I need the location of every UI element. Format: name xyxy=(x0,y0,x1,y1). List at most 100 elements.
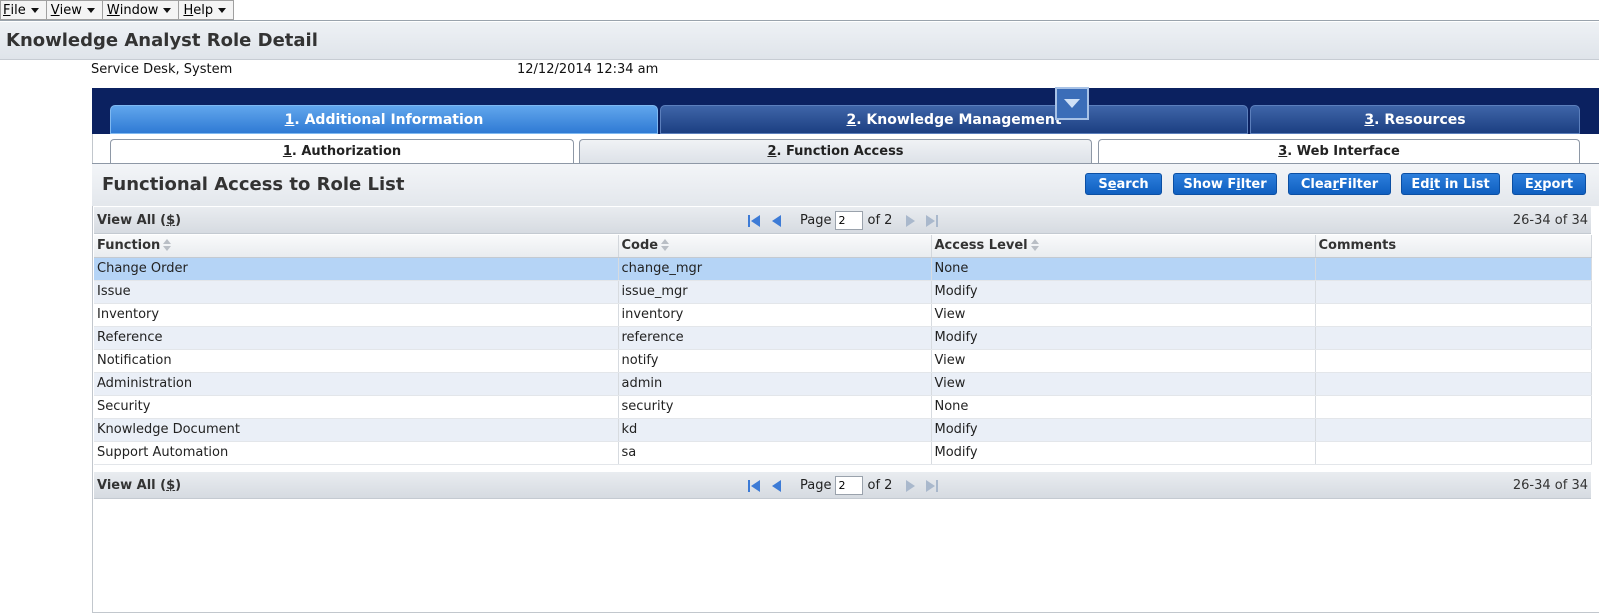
user-name: Service Desk, System xyxy=(91,62,233,77)
tab-label: . Knowledge Management xyxy=(856,111,1062,128)
subtab-label: . Authorization xyxy=(291,144,402,159)
last-page-icon[interactable] xyxy=(926,479,940,492)
cell-function[interactable]: Reference xyxy=(94,326,619,350)
button-text: port xyxy=(1542,176,1574,192)
cell-access-level: Modify xyxy=(931,418,1316,442)
function-access-table: Function Code Access Level Comments Chan… xyxy=(94,235,1592,465)
dropdown-arrow-icon xyxy=(86,7,95,13)
menu-view-accel: V xyxy=(50,2,60,18)
show-filter-button[interactable]: Show Fi lter xyxy=(1173,173,1277,195)
cell-access-level: Modify xyxy=(931,280,1316,304)
previous-page-icon[interactable] xyxy=(770,479,784,492)
table-row[interactable]: Administration admin View xyxy=(94,372,1592,396)
column-label: Comments xyxy=(1318,238,1397,254)
menu-view[interactable]: View xyxy=(46,0,103,20)
subtab-authorization[interactable]: 1. Authorization xyxy=(110,139,574,163)
table-row[interactable]: Knowledge Document kd Modify xyxy=(94,418,1592,442)
view-all-link[interactable]: View All ($) xyxy=(97,478,181,493)
table-header-row: Function Code Access Level Comments xyxy=(94,235,1592,258)
subtab-label: . Function Access xyxy=(776,144,904,159)
subtab-function-access[interactable]: 2. Function Access xyxy=(579,139,1092,163)
table-row[interactable]: Change Order change_mgr None xyxy=(94,257,1592,281)
cell-access-level: None xyxy=(931,395,1316,419)
cell-code: notify xyxy=(618,349,932,373)
record-count: 26-34 of 34 xyxy=(1512,478,1588,493)
next-page-icon[interactable] xyxy=(904,479,918,492)
search-button[interactable]: Se arch xyxy=(1085,173,1162,195)
cell-function[interactable]: Inventory xyxy=(94,303,619,327)
page-of-label: of 2 xyxy=(867,213,893,228)
column-label: Code xyxy=(621,238,659,254)
first-page-icon[interactable] xyxy=(748,214,762,227)
tab-number: 1 xyxy=(284,111,295,128)
cell-function[interactable]: Security xyxy=(94,395,619,419)
export-button[interactable]: Ex port xyxy=(1512,173,1586,195)
sort-icon[interactable] xyxy=(661,239,670,252)
first-page-icon[interactable] xyxy=(748,479,762,492)
record-count: 26-34 of 34 xyxy=(1512,213,1588,228)
cell-code: kd xyxy=(618,418,932,442)
tab-additional-information[interactable]: 1. Additional Information xyxy=(110,105,658,134)
cell-code: sa xyxy=(618,441,932,465)
dropdown-arrow-icon xyxy=(163,7,172,13)
tab-knowledge-management[interactable]: 2. Knowledge Management xyxy=(660,105,1248,134)
subtab-number: 1 xyxy=(282,144,292,159)
pager-bottom: View All ($) Page of 2 26-34 of 34 xyxy=(94,472,1591,499)
page-number-input[interactable] xyxy=(835,211,864,230)
column-header-access-level[interactable]: Access Level xyxy=(931,235,1316,258)
cell-function[interactable]: Notification xyxy=(94,349,619,373)
cell-function[interactable]: Support Automation xyxy=(94,441,619,465)
next-page-icon[interactable] xyxy=(904,214,918,227)
column-header-comments: Comments xyxy=(1315,235,1592,258)
subtab-number: 3 xyxy=(1278,144,1288,159)
view-all-text: ) xyxy=(175,213,182,228)
column-label: Function xyxy=(97,238,161,254)
column-header-code[interactable]: Code xyxy=(618,235,932,258)
cell-access-level: View xyxy=(931,303,1316,327)
cell-access-level: Modify xyxy=(931,441,1316,465)
cell-code: reference xyxy=(618,326,932,350)
sort-icon[interactable] xyxy=(163,239,172,252)
table-row[interactable]: Issue issue_mgr Modify xyxy=(94,280,1592,304)
table-row[interactable]: Inventory inventory View xyxy=(94,303,1592,327)
cell-comments xyxy=(1315,418,1592,442)
clear-filter-button[interactable]: Clea r Filter xyxy=(1288,173,1391,195)
column-header-function[interactable]: Function xyxy=(94,235,619,258)
subtab-web-interface[interactable]: 3. Web Interface xyxy=(1098,139,1580,163)
last-page-icon[interactable] xyxy=(926,214,940,227)
view-all-text: View All ( xyxy=(97,478,167,493)
table-row[interactable]: Reference reference Modify xyxy=(94,326,1592,350)
sort-icon[interactable] xyxy=(1030,239,1039,252)
page-of-label: of 2 xyxy=(867,478,893,493)
menu-file[interactable]: File xyxy=(0,0,47,20)
table-row[interactable]: Notification notify View xyxy=(94,349,1592,373)
button-text: S xyxy=(1098,176,1108,192)
cell-function[interactable]: Administration xyxy=(94,372,619,396)
cell-code: issue_mgr xyxy=(618,280,932,304)
cell-function[interactable]: Issue xyxy=(94,280,619,304)
dropdown-arrow-icon xyxy=(218,7,227,13)
cell-access-level: Modify xyxy=(931,326,1316,350)
page-label: Page xyxy=(800,213,832,228)
collapse-toggle-button[interactable] xyxy=(1055,87,1089,120)
table-row[interactable]: Support Automation sa Modify xyxy=(94,441,1592,465)
menu-file-label: ile xyxy=(10,2,26,18)
tab-resources[interactable]: 3. Resources xyxy=(1250,105,1580,134)
cell-function[interactable]: Knowledge Document xyxy=(94,418,619,442)
previous-page-icon[interactable] xyxy=(770,214,784,227)
tab-label: . Resources xyxy=(1374,111,1466,128)
menu-window-accel: W xyxy=(106,2,120,18)
button-accel: x xyxy=(1533,176,1543,192)
view-all-link[interactable]: View All ($) xyxy=(97,213,181,228)
pager-top: View All ($) Page of 2 26-34 of 34 xyxy=(94,207,1591,234)
menu-window[interactable]: Window xyxy=(102,0,180,20)
edit-in-list-button[interactable]: Ed i t in List xyxy=(1401,173,1500,195)
table-row[interactable]: Security security None xyxy=(94,395,1592,419)
menu-help[interactable]: Help xyxy=(179,0,235,20)
page-number-input[interactable] xyxy=(835,476,864,495)
cell-code: inventory xyxy=(618,303,932,327)
dropdown-arrow-icon xyxy=(30,7,39,13)
list-title: Functional Access to Role List xyxy=(102,174,405,195)
cell-function[interactable]: Change Order xyxy=(94,257,619,281)
cell-access-level: View xyxy=(931,372,1316,396)
